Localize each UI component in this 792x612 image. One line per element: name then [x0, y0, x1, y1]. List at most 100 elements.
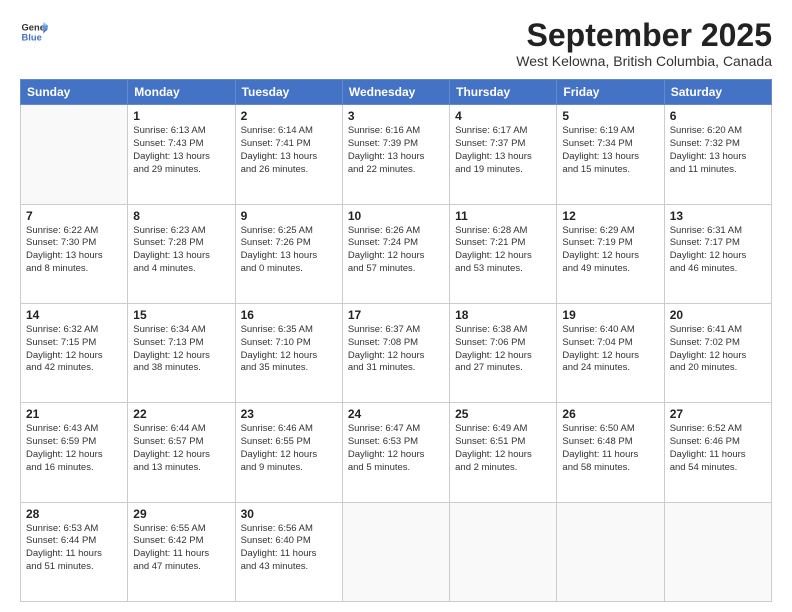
calendar-week-row: 14Sunrise: 6:32 AM Sunset: 7:15 PM Dayli…: [21, 303, 772, 402]
day-number: 18: [455, 308, 551, 322]
calendar-cell: 4 Sunrise: 6:17 AM Sunset: 7:37 PM Daylig…: [450, 105, 557, 204]
calendar-cell: 3 Sunrise: 6:16 AM Sunset: 7:39 PM Daylig…: [342, 105, 449, 204]
calendar-cell: [557, 502, 664, 601]
day-number: 30: [241, 507, 337, 521]
calendar-cell: 17 Sunrise: 6:37 AM Sunset: 7:08 PM Dayli…: [342, 303, 449, 402]
calendar-cell: 5Sunrise: 6:19 AM Sunset: 7:34 PM Daylig…: [557, 105, 664, 204]
calendar-cell: 29 Sunrise: 6:55 AM Sunset: 6:42 PM Dayli…: [128, 502, 235, 601]
calendar-cell: [342, 502, 449, 601]
calendar-cell: 7 Sunrise: 6:22 AM Sunset: 7:30 PM Daylig…: [21, 204, 128, 303]
page-header: General Blue September 2025 West Kelowna…: [20, 18, 772, 69]
day-info: Sunrise: 6:26 AM Sunset: 7:24 PM Dayligh…: [348, 225, 444, 276]
calendar-cell: [450, 502, 557, 601]
day-info: Sunrise: 6:22 AM Sunset: 7:30 PM Dayligh…: [26, 225, 122, 276]
calendar-cell: [21, 105, 128, 204]
calendar-cell: 6 Sunrise: 6:20 AM Sunset: 7:32 PM Daylig…: [664, 105, 771, 204]
day-number: 13: [670, 209, 766, 223]
calendar-cell: 12 Sunrise: 6:29 AM Sunset: 7:19 PM Dayli…: [557, 204, 664, 303]
day-info: Sunrise: 6:31 AM Sunset: 7:17 PM Dayligh…: [670, 225, 766, 276]
day-number: 3: [348, 109, 444, 123]
day-info: Sunrise: 6:47 AM Sunset: 6:53 PM Dayligh…: [348, 423, 444, 474]
day-info: Sunrise: 6:13 AM Sunset: 7:43 PM Dayligh…: [133, 125, 229, 176]
day-info: Sunrise: 6:34 AM Sunset: 7:13 PM Dayligh…: [133, 324, 229, 375]
day-number: 4: [455, 109, 551, 123]
day-info: Sunrise: 6:40 AM Sunset: 7:04 PM Dayligh…: [562, 324, 658, 375]
day-number: 24: [348, 407, 444, 421]
calendar-page: General Blue September 2025 West Kelowna…: [0, 0, 792, 612]
calendar-cell: 9 Sunrise: 6:25 AM Sunset: 7:26 PM Daylig…: [235, 204, 342, 303]
calendar-week-row: 7 Sunrise: 6:22 AM Sunset: 7:30 PM Daylig…: [21, 204, 772, 303]
weekday-header: Monday: [128, 80, 235, 105]
calendar-cell: 22 Sunrise: 6:44 AM Sunset: 6:57 PM Dayli…: [128, 403, 235, 502]
day-info: Sunrise: 6:49 AM Sunset: 6:51 PM Dayligh…: [455, 423, 551, 474]
calendar-cell: 23Sunrise: 6:46 AM Sunset: 6:55 PM Dayli…: [235, 403, 342, 502]
weekday-header: Saturday: [664, 80, 771, 105]
day-number: 27: [670, 407, 766, 421]
day-number: 25: [455, 407, 551, 421]
day-info: Sunrise: 6:56 AM Sunset: 6:40 PM Dayligh…: [241, 523, 337, 574]
day-info: Sunrise: 6:16 AM Sunset: 7:39 PM Dayligh…: [348, 125, 444, 176]
calendar-week-row: 1 Sunrise: 6:13 AM Sunset: 7:43 PM Daylig…: [21, 105, 772, 204]
calendar-cell: 20 Sunrise: 6:41 AM Sunset: 7:02 PM Dayli…: [664, 303, 771, 402]
day-info: Sunrise: 6:32 AM Sunset: 7:15 PM Dayligh…: [26, 324, 122, 375]
calendar-cell: 28 Sunrise: 6:53 AM Sunset: 6:44 PM Dayli…: [21, 502, 128, 601]
day-number: 1: [133, 109, 229, 123]
calendar-cell: 26 Sunrise: 6:50 AM Sunset: 6:48 PM Dayli…: [557, 403, 664, 502]
day-info: Sunrise: 6:53 AM Sunset: 6:44 PM Dayligh…: [26, 523, 122, 574]
day-number: 26: [562, 407, 658, 421]
day-number: 16: [241, 308, 337, 322]
calendar-cell: 27 Sunrise: 6:52 AM Sunset: 6:46 PM Dayli…: [664, 403, 771, 502]
day-info: Sunrise: 6:37 AM Sunset: 7:08 PM Dayligh…: [348, 324, 444, 375]
day-info: Sunrise: 6:55 AM Sunset: 6:42 PM Dayligh…: [133, 523, 229, 574]
day-number: 11: [455, 209, 551, 223]
calendar-cell: 1 Sunrise: 6:13 AM Sunset: 7:43 PM Daylig…: [128, 105, 235, 204]
calendar-cell: 13 Sunrise: 6:31 AM Sunset: 7:17 PM Dayli…: [664, 204, 771, 303]
weekday-header: Tuesday: [235, 80, 342, 105]
day-number: 22: [133, 407, 229, 421]
calendar-cell: 11 Sunrise: 6:28 AM Sunset: 7:21 PM Dayli…: [450, 204, 557, 303]
weekday-header: Sunday: [21, 80, 128, 105]
day-number: 28: [26, 507, 122, 521]
calendar-week-row: 21 Sunrise: 6:43 AM Sunset: 6:59 PM Dayli…: [21, 403, 772, 502]
title-block: September 2025 West Kelowna, British Col…: [516, 18, 772, 69]
day-info: Sunrise: 6:28 AM Sunset: 7:21 PM Dayligh…: [455, 225, 551, 276]
day-number: 12: [562, 209, 658, 223]
calendar-cell: 14Sunrise: 6:32 AM Sunset: 7:15 PM Dayli…: [21, 303, 128, 402]
day-number: 20: [670, 308, 766, 322]
logo-icon: General Blue: [20, 18, 48, 46]
day-number: 17: [348, 308, 444, 322]
day-info: Sunrise: 6:46 AM Sunset: 6:55 PM Dayligh…: [241, 423, 337, 474]
calendar-cell: 16Sunrise: 6:35 AM Sunset: 7:10 PM Dayli…: [235, 303, 342, 402]
location: West Kelowna, British Columbia, Canada: [516, 53, 772, 69]
logo: General Blue: [20, 18, 48, 46]
weekday-header: Thursday: [450, 80, 557, 105]
day-info: Sunrise: 6:38 AM Sunset: 7:06 PM Dayligh…: [455, 324, 551, 375]
day-info: Sunrise: 6:41 AM Sunset: 7:02 PM Dayligh…: [670, 324, 766, 375]
weekday-header: Wednesday: [342, 80, 449, 105]
day-number: 9: [241, 209, 337, 223]
day-info: Sunrise: 6:20 AM Sunset: 7:32 PM Dayligh…: [670, 125, 766, 176]
day-number: 15: [133, 308, 229, 322]
svg-text:Blue: Blue: [22, 33, 42, 43]
day-info: Sunrise: 6:44 AM Sunset: 6:57 PM Dayligh…: [133, 423, 229, 474]
day-info: Sunrise: 6:50 AM Sunset: 6:48 PM Dayligh…: [562, 423, 658, 474]
calendar-cell: [664, 502, 771, 601]
weekday-header: Friday: [557, 80, 664, 105]
day-info: Sunrise: 6:25 AM Sunset: 7:26 PM Dayligh…: [241, 225, 337, 276]
calendar-cell: 19Sunrise: 6:40 AM Sunset: 7:04 PM Dayli…: [557, 303, 664, 402]
calendar-cell: 8Sunrise: 6:23 AM Sunset: 7:28 PM Daylig…: [128, 204, 235, 303]
day-info: Sunrise: 6:52 AM Sunset: 6:46 PM Dayligh…: [670, 423, 766, 474]
calendar-cell: 30 Sunrise: 6:56 AM Sunset: 6:40 PM Dayli…: [235, 502, 342, 601]
calendar-table: SundayMondayTuesdayWednesdayThursdayFrid…: [20, 79, 772, 602]
day-number: 7: [26, 209, 122, 223]
month-title: September 2025: [516, 18, 772, 53]
day-info: Sunrise: 6:29 AM Sunset: 7:19 PM Dayligh…: [562, 225, 658, 276]
day-number: 6: [670, 109, 766, 123]
day-info: Sunrise: 6:14 AM Sunset: 7:41 PM Dayligh…: [241, 125, 337, 176]
day-info: Sunrise: 6:43 AM Sunset: 6:59 PM Dayligh…: [26, 423, 122, 474]
day-number: 21: [26, 407, 122, 421]
day-number: 29: [133, 507, 229, 521]
calendar-week-row: 28 Sunrise: 6:53 AM Sunset: 6:44 PM Dayli…: [21, 502, 772, 601]
day-info: Sunrise: 6:17 AM Sunset: 7:37 PM Dayligh…: [455, 125, 551, 176]
day-number: 8: [133, 209, 229, 223]
